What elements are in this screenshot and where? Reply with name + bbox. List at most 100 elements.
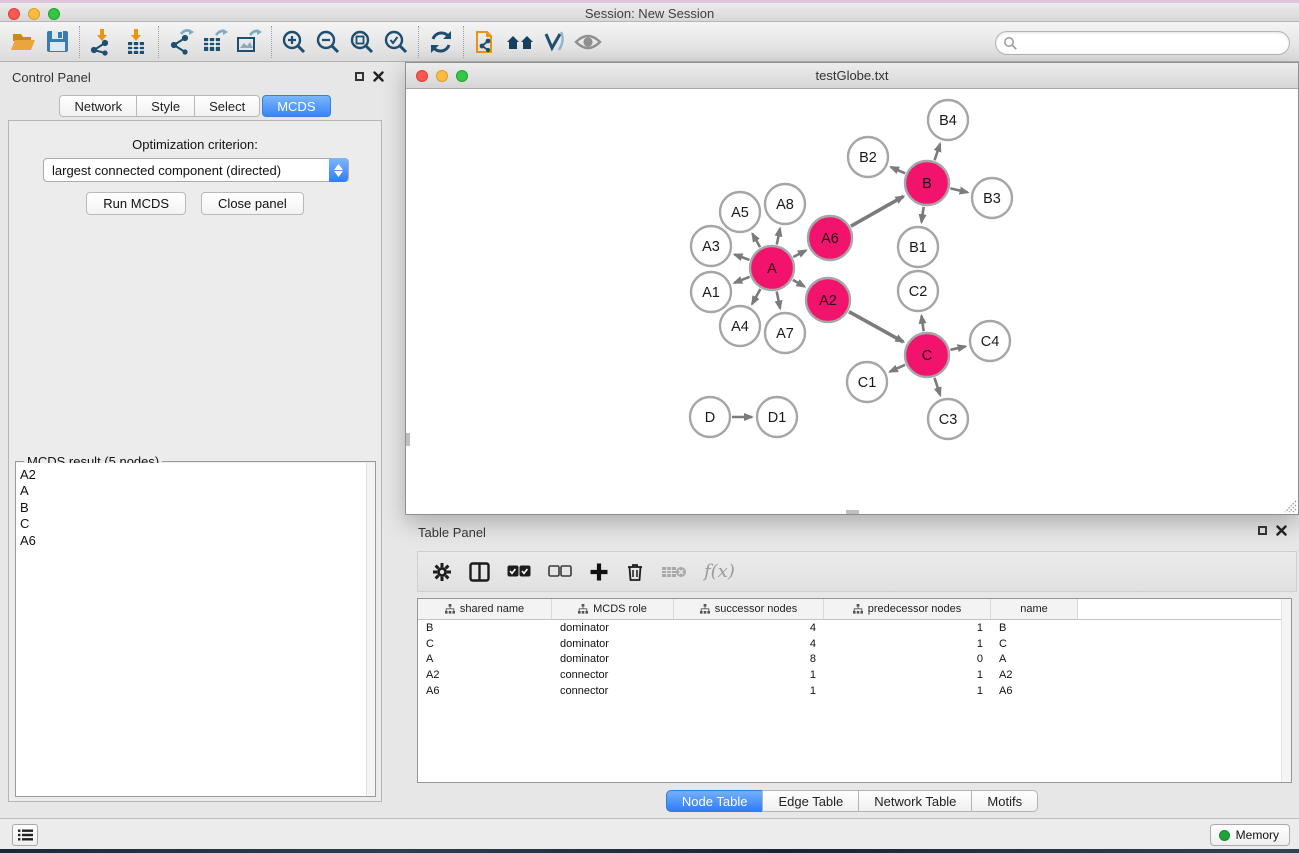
table-row[interactable]: A6connector11A6: [418, 683, 1291, 699]
cell-successor-nodes[interactable]: 8: [674, 653, 824, 665]
result-item-a[interactable]: A: [20, 483, 375, 499]
tab-style[interactable]: Style: [136, 95, 195, 117]
canvas-vscroll-mark[interactable]: [406, 433, 410, 446]
graph-node-A1[interactable]: A1: [691, 272, 731, 312]
edge-A-A3[interactable]: [735, 254, 750, 259]
table-row[interactable]: Cdominator41C: [418, 636, 1291, 652]
cell-successor-nodes[interactable]: 1: [674, 669, 824, 681]
canvas-hscroll-mark[interactable]: [846, 510, 859, 514]
cell-successor-nodes[interactable]: 4: [674, 622, 824, 634]
cell-name[interactable]: A: [991, 653, 1078, 665]
network-from-file-button[interactable]: [469, 25, 503, 59]
add-column-button[interactable]: [589, 562, 609, 582]
edge-B-B2[interactable]: [891, 167, 905, 173]
cell-mcds-role[interactable]: dominator: [552, 638, 674, 650]
result-item-a2[interactable]: A2: [20, 467, 375, 483]
edge-A-A2[interactable]: [793, 280, 805, 287]
tab-node-table[interactable]: Node Table: [666, 790, 764, 812]
graph-node-C[interactable]: C: [905, 333, 949, 377]
edge-A6-B[interactable]: [851, 196, 904, 226]
result-list-scrollbar[interactable]: [366, 463, 375, 796]
graph-node-A2[interactable]: A2: [806, 278, 850, 322]
close-panel-icon[interactable]: [373, 71, 384, 82]
cell-successor-nodes[interactable]: 1: [674, 685, 824, 697]
table-row[interactable]: Bdominator41B: [418, 620, 1291, 636]
float-panel-icon[interactable]: [355, 72, 364, 81]
cell-mcds-role[interactable]: connector: [552, 669, 674, 681]
deselect-all-button[interactable]: [548, 565, 572, 578]
tab-edge-table[interactable]: Edge Table: [762, 790, 859, 812]
edge-C-C3[interactable]: [934, 378, 940, 395]
column-settings-button[interactable]: [432, 562, 452, 582]
cell-predecessor-nodes[interactable]: 1: [824, 669, 991, 681]
tab-network[interactable]: Network: [59, 95, 137, 117]
function-builder-button[interactable]: f(x): [704, 561, 735, 582]
result-item-c[interactable]: C: [20, 516, 375, 532]
edge-A-A6[interactable]: [793, 250, 806, 257]
cell-shared-name[interactable]: A6: [418, 685, 552, 697]
column-header-name[interactable]: name: [991, 599, 1078, 619]
show-columns-button[interactable]: [469, 562, 490, 582]
graph-node-A5[interactable]: A5: [720, 192, 760, 232]
graph-node-A4[interactable]: A4: [720, 306, 760, 346]
edge-A2-C[interactable]: [849, 312, 903, 342]
edge-C-C2[interactable]: [921, 316, 923, 331]
edge-A-A7[interactable]: [777, 292, 780, 309]
cell-name[interactable]: C: [991, 638, 1078, 650]
cell-shared-name[interactable]: A: [418, 653, 552, 665]
cell-successor-nodes[interactable]: 4: [674, 638, 824, 650]
graph-node-A8[interactable]: A8: [765, 184, 805, 224]
memory-button[interactable]: Memory: [1210, 824, 1290, 846]
export-image-button[interactable]: [232, 25, 266, 59]
edge-A-A1[interactable]: [734, 277, 749, 283]
cell-mcds-role[interactable]: dominator: [552, 622, 674, 634]
edge-B-B4[interactable]: [935, 144, 941, 161]
close-panel-button[interactable]: Close panel: [201, 192, 304, 215]
show-graphics-details-button[interactable]: [571, 25, 605, 59]
graph-node-B3[interactable]: B3: [972, 178, 1012, 218]
task-history-button[interactable]: [12, 824, 38, 846]
run-mcds-button[interactable]: Run MCDS: [86, 192, 186, 215]
cell-predecessor-nodes[interactable]: 1: [824, 638, 991, 650]
zoom-selected-button[interactable]: [379, 25, 413, 59]
edge-A-A5[interactable]: [752, 234, 760, 247]
export-table-button[interactable]: [198, 25, 232, 59]
cell-predecessor-nodes[interactable]: 0: [824, 653, 991, 665]
result-item-a6[interactable]: A6: [20, 533, 375, 549]
edge-A-A8[interactable]: [777, 228, 780, 244]
import-network-button[interactable]: [85, 25, 119, 59]
column-header-shared-name[interactable]: shared name: [418, 599, 552, 619]
network-window-titlebar[interactable]: testGlobe.txt: [406, 63, 1298, 89]
cell-predecessor-nodes[interactable]: 1: [824, 685, 991, 697]
graph-node-B2[interactable]: B2: [848, 137, 888, 177]
select-all-button[interactable]: [507, 565, 531, 578]
open-file-button[interactable]: [6, 25, 40, 59]
save-session-button[interactable]: [40, 25, 74, 59]
network-canvas[interactable]: AA1A3A5A8A4A7A6A2BB2B4B3B1CC2C4C1C3DD1: [406, 89, 1298, 514]
cell-name[interactable]: A6: [991, 685, 1078, 697]
edge-B-B3[interactable]: [950, 188, 967, 192]
tab-mcds[interactable]: MCDS: [262, 95, 330, 117]
search-input[interactable]: [995, 31, 1290, 55]
graph-node-A[interactable]: A: [750, 246, 794, 290]
hide-graphics-details-button[interactable]: [537, 25, 571, 59]
cell-mcds-role[interactable]: dominator: [552, 653, 674, 665]
edge-C-C4[interactable]: [950, 346, 965, 349]
node-table[interactable]: shared nameMCDS rolesuccessor nodesprede…: [417, 598, 1292, 783]
tab-network-table[interactable]: Network Table: [858, 790, 972, 812]
edge-B-B1[interactable]: [921, 207, 923, 222]
column-header-successor-nodes[interactable]: successor nodes: [674, 599, 824, 619]
zoom-in-button[interactable]: [277, 25, 311, 59]
zoom-fit-button[interactable]: [345, 25, 379, 59]
result-item-b[interactable]: B: [20, 500, 375, 516]
cell-shared-name[interactable]: B: [418, 622, 552, 634]
cell-predecessor-nodes[interactable]: 1: [824, 622, 991, 634]
mcds-result-list[interactable]: A2ABCA6: [16, 463, 375, 796]
graph-node-C2[interactable]: C2: [898, 271, 938, 311]
cell-mcds-role[interactable]: connector: [552, 685, 674, 697]
tab-select[interactable]: Select: [194, 95, 260, 117]
graph-node-B1[interactable]: B1: [898, 227, 938, 267]
refresh-button[interactable]: [424, 25, 458, 59]
graph-node-B[interactable]: B: [905, 161, 949, 205]
table-row[interactable]: A2connector11A2: [418, 667, 1291, 683]
